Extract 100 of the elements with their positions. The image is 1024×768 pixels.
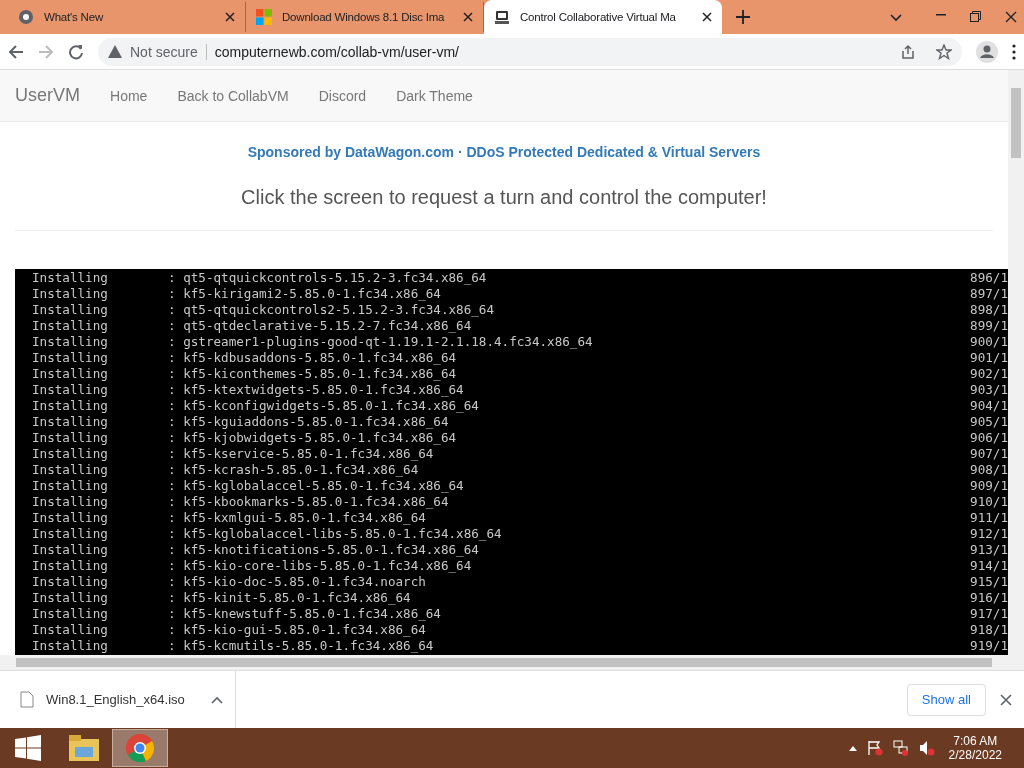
time-text: 7:06 AM bbox=[953, 734, 998, 748]
console-text: 906/1 bbox=[970, 430, 1008, 446]
console-text: 907/1 bbox=[970, 446, 1008, 462]
console-text: 915/1 bbox=[970, 574, 1008, 590]
console-text: : gstreamer1-plugins-good-qt-1.19.1-2.1.18.4.fc34.x86_64 bbox=[168, 334, 594, 350]
nav-link[interactable]: Dark Theme bbox=[396, 87, 473, 104]
console-text: Installing bbox=[32, 270, 109, 286]
console-text: 902/1 bbox=[970, 366, 1008, 382]
url-text: computernewb.com/collab-vm/user-vm/ bbox=[214, 43, 460, 60]
console-text: : kf5-kinit-5.85.0-1.fc34.x86_64 bbox=[168, 590, 412, 606]
console-text: : kf5-kirigami2-5.85.0-1.fc34.x86_64 bbox=[168, 286, 442, 302]
console-text: : kf5-kio-gui-5.85.0-1.fc34.x86_64 bbox=[168, 622, 427, 638]
console-text: : kf5-kbookmarks-5.85.0-1.fc34.x86_64 bbox=[168, 494, 450, 510]
close-icon[interactable] bbox=[225, 12, 235, 22]
chevron-up-icon[interactable] bbox=[210, 695, 223, 704]
console-text: Installing bbox=[32, 334, 109, 350]
restore-icon[interactable] bbox=[970, 11, 981, 22]
console-text: : qt5-qtquickcontrols2-5.15.2-3.fc34.x86_64 bbox=[168, 302, 496, 318]
sponsor-link[interactable]: Sponsored by DataWagon.com · DDoS Protected Dedicated & Virtual Servers bbox=[0, 144, 1008, 160]
minimize-icon[interactable] bbox=[936, 14, 946, 16]
console-text: Installing bbox=[32, 558, 109, 574]
console-text: 901/1 bbox=[970, 350, 1008, 366]
console-text: 899/1 bbox=[970, 318, 1008, 334]
more-menu-icon[interactable] bbox=[1012, 43, 1016, 60]
security-label: Not secure bbox=[130, 43, 207, 60]
warning-icon bbox=[108, 45, 122, 58]
file-icon bbox=[20, 691, 34, 708]
plus-icon[interactable] bbox=[736, 10, 750, 24]
console-text: Installing bbox=[32, 462, 109, 478]
console-text: Installing bbox=[32, 286, 109, 302]
flag-icon[interactable] bbox=[866, 740, 883, 756]
back-arrow-icon[interactable] bbox=[8, 43, 24, 60]
speaker-muted-icon[interactable] bbox=[918, 740, 935, 756]
star-icon[interactable] bbox=[936, 43, 952, 60]
computer-icon bbox=[494, 9, 510, 25]
close-icon[interactable] bbox=[1005, 11, 1017, 23]
console-text: : kf5-knewstuff-5.85.0-1.fc34.x86_64 bbox=[168, 606, 442, 622]
console-text: Installing bbox=[32, 590, 109, 606]
share-icon[interactable] bbox=[900, 43, 916, 60]
console-text: 900/1 bbox=[970, 334, 1008, 350]
chrome-icon bbox=[126, 734, 154, 762]
console-text: Installing bbox=[32, 606, 109, 622]
console-text: : kf5-kiconthemes-5.85.0-1.fc34.x86_64 bbox=[168, 366, 458, 382]
taskbar-app[interactable] bbox=[112, 729, 168, 767]
chevron-down-icon[interactable] bbox=[890, 14, 902, 22]
console-text: 914/1 bbox=[970, 558, 1008, 574]
close-icon[interactable] bbox=[463, 12, 473, 22]
console-text: 896/1 bbox=[970, 270, 1008, 286]
profile-icon[interactable] bbox=[976, 40, 998, 63]
console-text: : kf5-kjobwidgets-5.85.0-1.fc34.x86_64 bbox=[168, 430, 458, 446]
caret-up-icon[interactable] bbox=[848, 745, 857, 751]
browser-tab[interactable]: Download Windows 8.1 Disc Ima bbox=[246, 2, 484, 32]
console-text: 912/1 bbox=[970, 526, 1008, 542]
console-text: 910/1 bbox=[970, 494, 1008, 510]
date-text: 2/28/2022 bbox=[948, 748, 1002, 762]
console-text: 903/1 bbox=[970, 382, 1008, 398]
console-text: : kf5-kcmutils-5.85.0-1.fc34.x86_64 bbox=[168, 638, 435, 654]
globe-icon bbox=[18, 9, 34, 25]
reload-icon[interactable] bbox=[68, 43, 84, 60]
console-text: 898/1 bbox=[970, 302, 1008, 318]
console-text: : kf5-kservice-5.85.0-1.fc34.x86_64 bbox=[168, 446, 435, 462]
page-heading: Click the screen to request a turn and control the computer! bbox=[240, 186, 768, 209]
console-text: : kf5-kxmlgui-5.85.0-1.fc34.x86_64 bbox=[168, 510, 427, 526]
clock[interactable]: 7:06 AM 2/28/2022 bbox=[934, 734, 1024, 762]
console-text: 897/1 bbox=[970, 286, 1008, 302]
nav-link[interactable]: Back to CollabVM bbox=[177, 87, 289, 104]
nav-link[interactable]: Discord bbox=[318, 87, 367, 104]
console-text: : kf5-kglobalaccel-libs-5.85.0-1.fc34.x86_64 bbox=[168, 526, 503, 542]
console-text: 909/1 bbox=[970, 478, 1008, 494]
browser-tab[interactable]: Control Collaborative Virtual Ma bbox=[484, 0, 722, 34]
show-all-button[interactable]: Show all bbox=[906, 683, 986, 716]
console-text: Installing bbox=[32, 478, 109, 494]
vertical-scrollbar[interactable] bbox=[1008, 70, 1024, 670]
windows-logo-icon bbox=[256, 9, 272, 25]
browser-tab[interactable]: What's New bbox=[8, 2, 246, 32]
console-text: : kf5-kglobalaccel-5.85.0-1.fc34.x86_64 bbox=[168, 478, 465, 494]
close-icon[interactable] bbox=[702, 12, 712, 22]
console-text: 916/1 bbox=[970, 590, 1008, 606]
console-text: : qt5-qtdeclarative-5.15.2-7.fc34.x86_64 bbox=[168, 318, 473, 334]
address-bar[interactable]: Not secure computernewb.com/collab-vm/user-vm/ bbox=[98, 37, 962, 66]
horizontal-scrollbar[interactable] bbox=[0, 655, 1008, 670]
console-text: Installing bbox=[32, 318, 109, 334]
download-filename: Win8.1_English_x64.iso bbox=[46, 692, 185, 707]
brand-link[interactable]: UserVM bbox=[15, 85, 80, 106]
console-text: Installing bbox=[32, 638, 109, 654]
folder-icon bbox=[69, 735, 99, 761]
network-icon[interactable] bbox=[892, 740, 909, 756]
console-text: Installing bbox=[32, 446, 109, 462]
nav-link[interactable]: Home bbox=[110, 87, 148, 104]
console-text: 919/1 bbox=[970, 638, 1008, 654]
console-text: : kf5-kdbusaddons-5.85.0-1.fc34.x86_64 bbox=[168, 350, 458, 366]
console-text: 905/1 bbox=[970, 414, 1008, 430]
console-text: Installing bbox=[32, 398, 109, 414]
vm-screen[interactable] bbox=[15, 269, 1008, 655]
console-text: Installing bbox=[32, 622, 109, 638]
console-text: 918/1 bbox=[970, 622, 1008, 638]
console-text: 908/1 bbox=[970, 462, 1008, 478]
close-icon[interactable] bbox=[1000, 693, 1012, 706]
console-text: Installing bbox=[32, 302, 109, 318]
console-text: Installing bbox=[32, 574, 109, 590]
